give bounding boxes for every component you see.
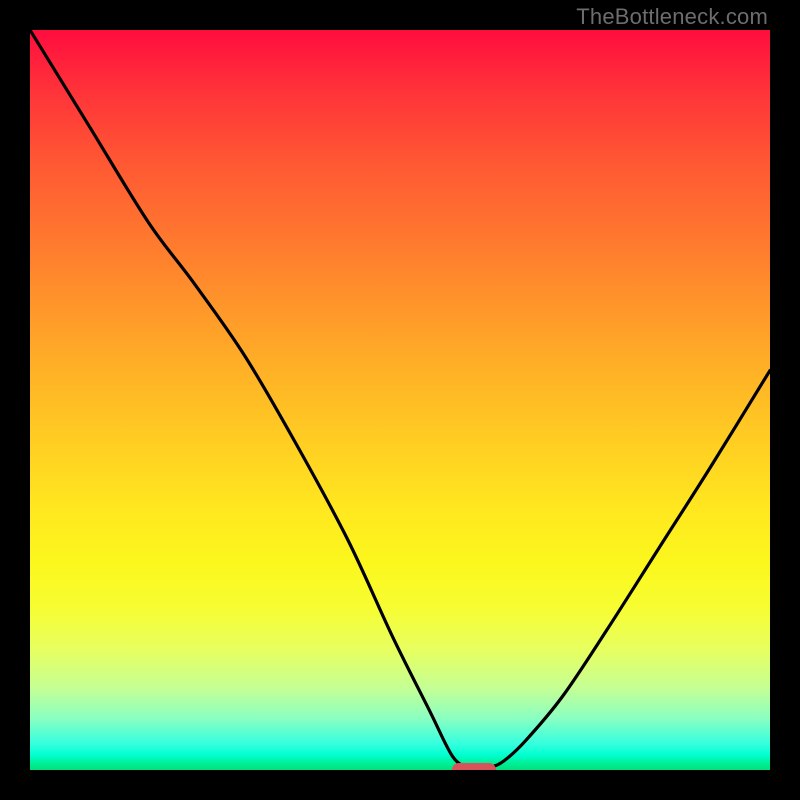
optimal-marker [452, 763, 496, 770]
bottleneck-curve [30, 30, 770, 770]
plot-area [30, 30, 770, 770]
chart-frame: TheBottleneck.com [0, 0, 800, 800]
watermark-text: TheBottleneck.com [576, 4, 768, 30]
